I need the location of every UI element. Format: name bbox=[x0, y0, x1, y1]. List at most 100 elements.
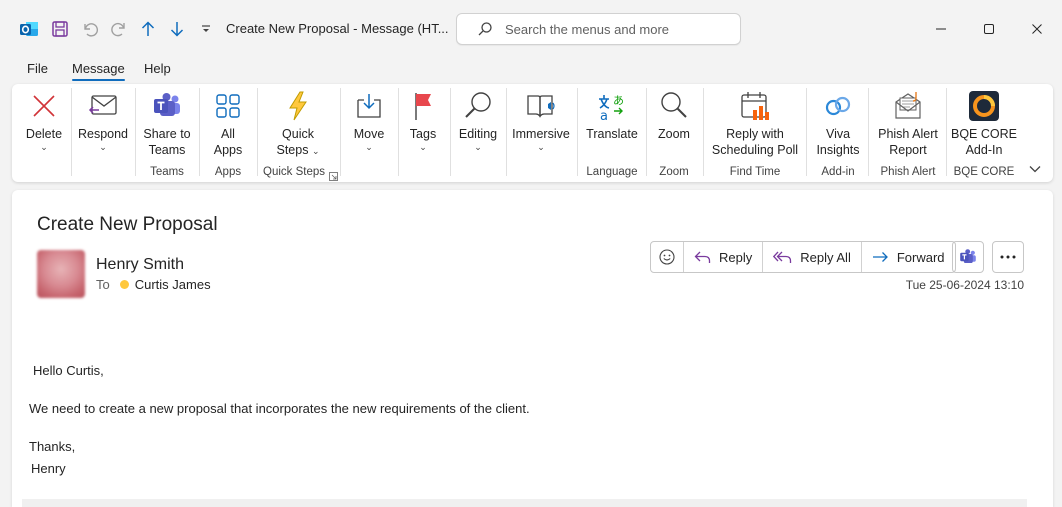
menu-file[interactable]: File bbox=[27, 61, 48, 76]
reading-pane: Create New Proposal Henry Smith To Curti… bbox=[12, 190, 1053, 507]
recipient-name[interactable]: Curtis James bbox=[135, 277, 211, 292]
reply-button[interactable]: Reply bbox=[683, 242, 762, 272]
phish-alert-report-button[interactable]: Phish Alert Report bbox=[872, 88, 944, 158]
undo-icon[interactable] bbox=[78, 17, 102, 41]
share-to-teams-small-button[interactable] bbox=[952, 241, 984, 273]
move-icon bbox=[354, 88, 384, 124]
redo-icon[interactable] bbox=[107, 17, 131, 41]
menu-message[interactable]: Message bbox=[72, 61, 125, 81]
translate-icon: あa bbox=[596, 88, 628, 124]
tags-button[interactable]: Tags ⌄ bbox=[402, 88, 444, 152]
avatar[interactable] bbox=[37, 250, 85, 298]
move-button[interactable]: Move ⌄ bbox=[344, 88, 394, 152]
scheduling-poll-button[interactable]: Reply with Scheduling Poll bbox=[706, 88, 804, 158]
flag-icon bbox=[411, 88, 435, 124]
apps-grid-icon bbox=[215, 88, 241, 124]
minimize-button[interactable] bbox=[926, 14, 956, 44]
outlook-logo-icon bbox=[17, 17, 41, 41]
scheduling-poll-label-1: Reply with bbox=[726, 127, 784, 141]
quick-steps-label-2: Steps bbox=[276, 143, 309, 157]
all-apps-label-2: Apps bbox=[213, 143, 243, 157]
viva-insights-icon bbox=[823, 88, 853, 124]
group-label-phish-alert: Phish Alert bbox=[880, 166, 936, 178]
translate-label: Translate bbox=[586, 127, 638, 141]
respond-icon bbox=[87, 88, 119, 124]
quick-steps-button[interactable]: Quick Steps ⌄ bbox=[260, 88, 336, 158]
emoji-reaction-button[interactable] bbox=[651, 242, 683, 272]
calendar-chart-icon bbox=[739, 88, 771, 124]
all-apps-button[interactable]: All Apps bbox=[202, 88, 254, 158]
chevron-down-icon: ⌄ bbox=[365, 142, 373, 152]
body-signature: Henry bbox=[31, 461, 66, 476]
editing-label: Editing bbox=[458, 127, 498, 141]
message-body: Hello Curtis, We need to create a new pr… bbox=[29, 362, 530, 498]
close-window-button[interactable] bbox=[1022, 14, 1052, 44]
presence-away-icon bbox=[119, 280, 129, 289]
editing-button[interactable]: Editing ⌄ bbox=[453, 88, 503, 152]
search-box[interactable] bbox=[456, 13, 741, 45]
translate-button[interactable]: あa Translate bbox=[580, 88, 644, 142]
bqe-core-label-2: Add-In bbox=[965, 143, 1003, 157]
window-title: Create New Proposal - Message (HT... bbox=[226, 21, 449, 36]
phish-alert-label-2: Report bbox=[889, 143, 927, 157]
divider bbox=[71, 88, 72, 176]
previous-item-icon[interactable] bbox=[136, 17, 160, 41]
customize-toolbar-icon[interactable] bbox=[194, 17, 218, 41]
maximize-button[interactable] bbox=[974, 14, 1004, 44]
reading-pane-footer bbox=[22, 499, 1027, 507]
smiley-icon bbox=[659, 249, 675, 265]
phish-alert-icon bbox=[892, 88, 924, 124]
menu-help[interactable]: Help bbox=[144, 61, 171, 76]
menu-bar: File Message Help bbox=[0, 58, 1062, 84]
divider bbox=[398, 88, 399, 176]
divider bbox=[450, 88, 451, 176]
close-icon bbox=[1032, 24, 1042, 34]
viva-insights-button[interactable]: Viva Insights bbox=[810, 88, 866, 158]
zoom-icon bbox=[659, 88, 689, 124]
received-date: Tue 25-06-2024 13:10 bbox=[905, 278, 1024, 292]
minimize-icon bbox=[936, 28, 946, 30]
bqe-core-label-1: BQE CORE bbox=[951, 127, 1017, 141]
ribbon-expand-button[interactable] bbox=[1025, 160, 1045, 178]
chevron-down-icon: ⌄ bbox=[419, 142, 427, 152]
svg-text:あ: あ bbox=[613, 94, 624, 107]
bqe-core-addin-button[interactable]: BQE CORE Add-In bbox=[949, 88, 1019, 158]
maximize-icon bbox=[984, 24, 994, 34]
divider bbox=[340, 88, 341, 176]
reply-all-button[interactable]: Reply All bbox=[762, 242, 861, 272]
teams-icon bbox=[960, 249, 976, 263]
recipient-row: To Curtis James bbox=[96, 277, 211, 292]
divider bbox=[868, 88, 869, 176]
share-to-teams-button[interactable]: Share to Teams bbox=[138, 88, 196, 158]
lightning-icon bbox=[286, 88, 310, 124]
divider bbox=[806, 88, 807, 176]
phish-alert-label-1: Phish Alert bbox=[878, 127, 938, 141]
forward-button[interactable]: Forward bbox=[860, 242, 955, 272]
delete-button[interactable]: Delete ⌄ bbox=[20, 88, 68, 152]
chevron-down-icon: ⌄ bbox=[474, 142, 482, 152]
group-label-apps: Apps bbox=[214, 166, 242, 178]
respond-button[interactable]: Respond ⌄ bbox=[74, 88, 132, 152]
dialog-launcher-icon[interactable] bbox=[329, 168, 338, 186]
next-item-icon[interactable] bbox=[165, 17, 189, 41]
search-input[interactable] bbox=[505, 21, 725, 37]
divider bbox=[946, 88, 947, 176]
divider bbox=[577, 88, 578, 176]
group-label-teams: Teams bbox=[150, 166, 184, 178]
chevron-down-icon: ⌄ bbox=[99, 142, 107, 152]
svg-text:a: a bbox=[600, 109, 608, 122]
respond-label: Respond bbox=[77, 127, 129, 141]
zoom-button[interactable]: Zoom bbox=[649, 88, 699, 142]
divider bbox=[506, 88, 507, 176]
chevron-down-icon: ⌄ bbox=[40, 142, 48, 152]
share-to-teams-label-2: Teams bbox=[148, 143, 186, 157]
more-actions-button[interactable] bbox=[992, 241, 1024, 273]
save-icon[interactable] bbox=[48, 17, 72, 41]
divider bbox=[199, 88, 200, 176]
sender-name[interactable]: Henry Smith bbox=[96, 256, 184, 274]
divider bbox=[646, 88, 647, 176]
viva-insights-label-1: Viva bbox=[825, 127, 851, 141]
immersive-reader-button[interactable]: Immersive ⌄ bbox=[509, 88, 573, 152]
group-label-bqe-core: BQE CORE bbox=[953, 166, 1015, 178]
scheduling-poll-label-2: Scheduling Poll bbox=[711, 143, 799, 157]
